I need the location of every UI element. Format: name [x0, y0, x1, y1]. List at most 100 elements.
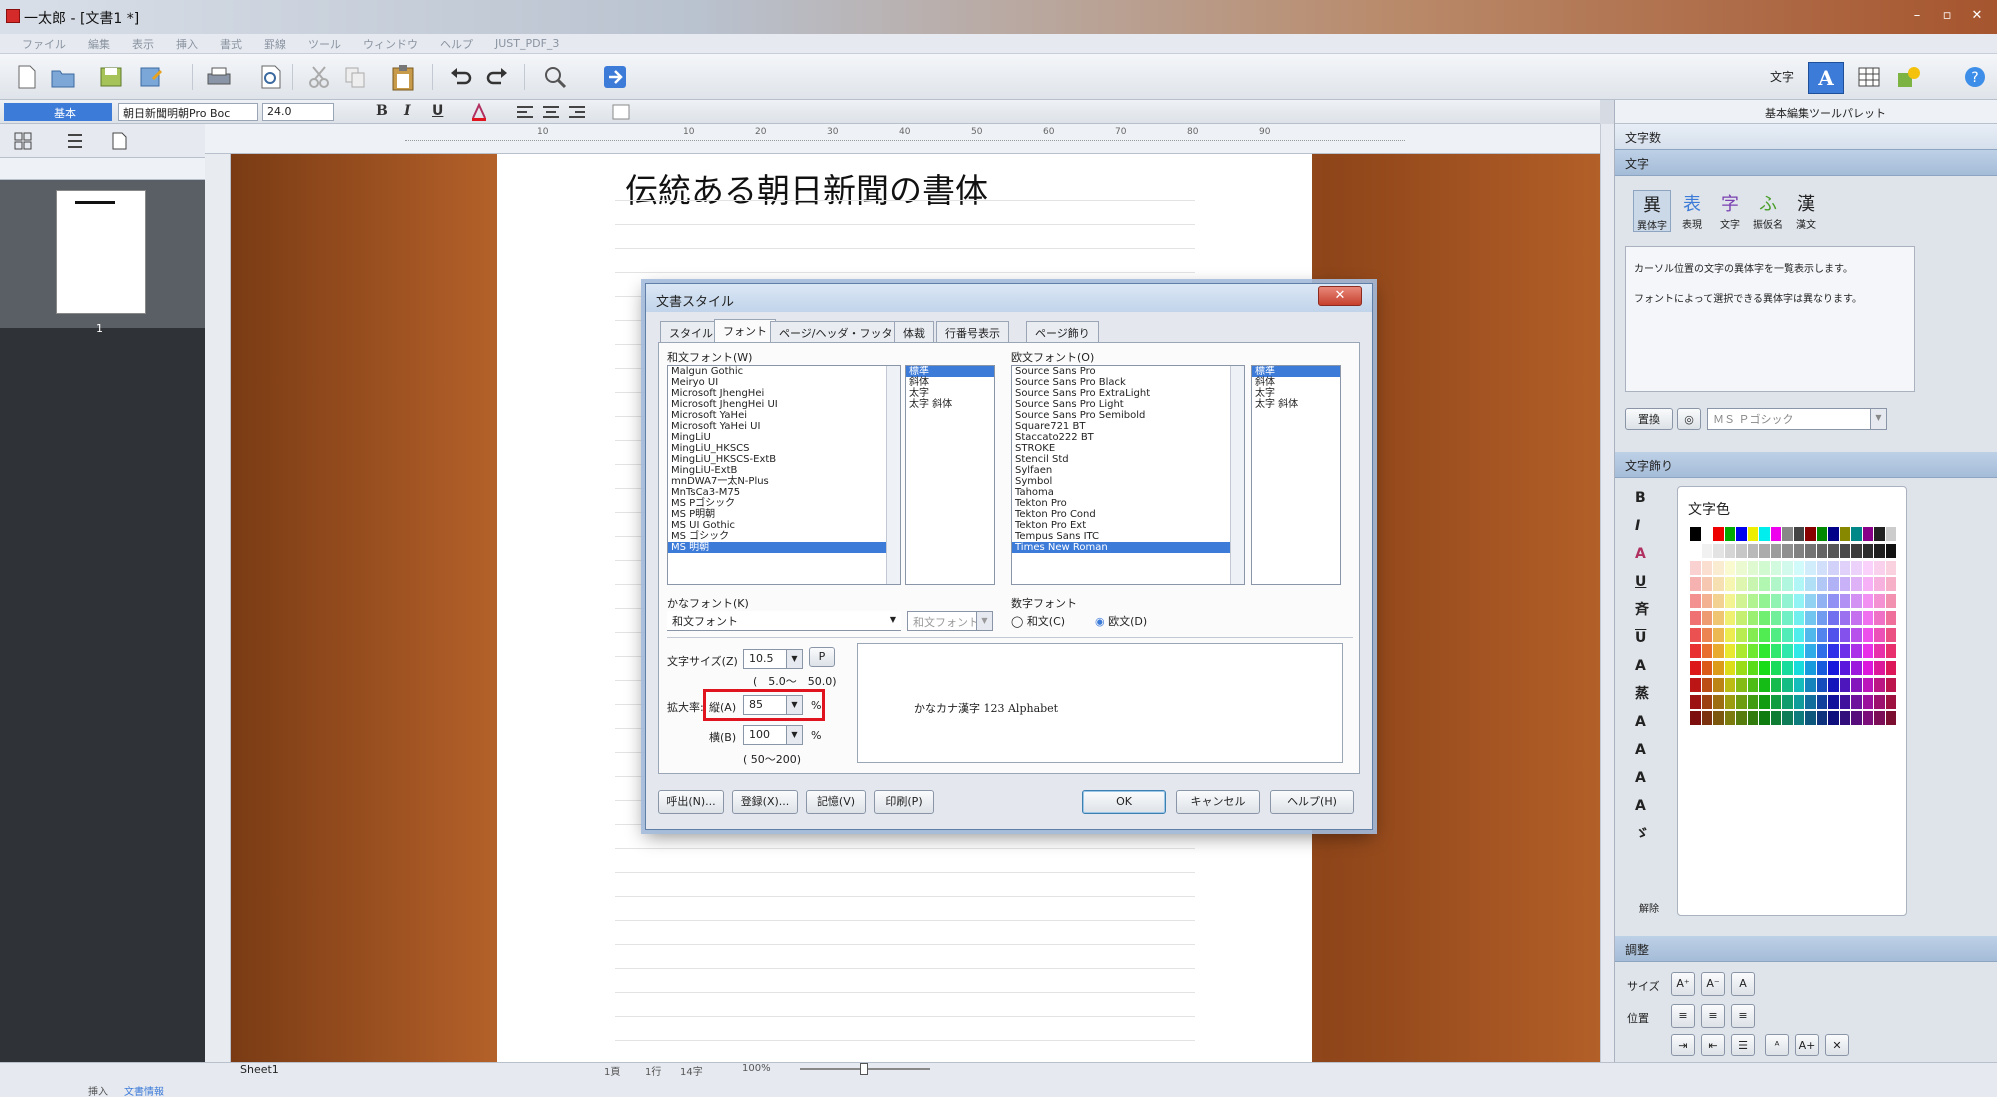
- color-swatch[interactable]: [1816, 577, 1827, 592]
- color-swatch[interactable]: [1724, 644, 1735, 659]
- color-swatch[interactable]: [1747, 627, 1758, 642]
- help-button[interactable]: ヘルプ(H): [1270, 790, 1354, 814]
- tab-layout[interactable]: 体裁: [894, 321, 934, 342]
- color-swatch[interactable]: [1885, 627, 1896, 642]
- zoom-slider-thumb[interactable]: [860, 1063, 868, 1075]
- menu-help[interactable]: ヘルプ: [440, 36, 473, 52]
- outdent-button[interactable]: ⇤: [1701, 1034, 1725, 1056]
- color-swatch[interactable]: [1816, 661, 1827, 675]
- menu-tools[interactable]: ツール: [308, 36, 341, 52]
- bold-button[interactable]: B: [376, 103, 388, 119]
- color-swatch[interactable]: [1759, 560, 1770, 575]
- color-swatch[interactable]: [1701, 661, 1712, 675]
- color-swatch[interactable]: [1851, 527, 1862, 541]
- color-swatch[interactable]: [1851, 711, 1862, 726]
- tab-page-header-footer[interactable]: ページ/ヘッダ・フッタ: [770, 321, 902, 342]
- list-item-selected[interactable]: MS 明朝: [668, 542, 900, 553]
- pos-right-button[interactable]: ≡: [1731, 1004, 1755, 1028]
- list-item[interactable]: 太字 斜体: [1252, 399, 1340, 410]
- color-swatch[interactable]: [1736, 677, 1747, 692]
- color-swatch[interactable]: [1816, 627, 1827, 642]
- color-swatch[interactable]: [1782, 694, 1793, 709]
- color-swatch[interactable]: [1736, 543, 1747, 558]
- count-section-header[interactable]: 文字数: [1615, 124, 1997, 150]
- color-swatch[interactable]: [1793, 711, 1804, 726]
- color-swatch[interactable]: [1839, 644, 1850, 659]
- color-swatch[interactable]: [1862, 577, 1873, 592]
- color-swatch[interactable]: [1874, 543, 1885, 558]
- color-swatch[interactable]: [1782, 610, 1793, 625]
- color-swatch[interactable]: [1839, 577, 1850, 592]
- list-item[interactable]: Source Sans Pro: [1012, 366, 1244, 377]
- list-item[interactable]: Source Sans Pro Black: [1012, 377, 1244, 388]
- color-swatch[interactable]: [1724, 594, 1735, 608]
- color-swatch[interactable]: [1885, 677, 1896, 692]
- decor-dot[interactable]: A: [1621, 792, 1671, 820]
- color-swatch[interactable]: [1862, 694, 1873, 709]
- color-swatch[interactable]: [1874, 677, 1885, 692]
- menu-format[interactable]: 書式: [220, 36, 242, 52]
- color-swatch[interactable]: [1805, 577, 1816, 592]
- color-swatch[interactable]: [1759, 610, 1770, 625]
- color-swatch[interactable]: [1701, 711, 1712, 726]
- decor-outline[interactable]: A: [1621, 764, 1671, 792]
- color-swatch[interactable]: [1713, 644, 1724, 659]
- color-swatch[interactable]: [1736, 711, 1747, 726]
- color-swatch[interactable]: [1805, 527, 1816, 541]
- color-swatch[interactable]: [1747, 594, 1758, 608]
- color-swatch[interactable]: [1690, 644, 1701, 659]
- list-item[interactable]: Staccato222 BT: [1012, 432, 1244, 443]
- chevron-down-icon[interactable]: ▼: [786, 726, 802, 744]
- menu-file[interactable]: ファイル: [22, 36, 66, 52]
- variant-font-combo[interactable]: ＭＳ Ｐゴシック ▼: [1707, 408, 1887, 430]
- color-swatch[interactable]: [1851, 661, 1862, 675]
- color-swatch[interactable]: [1805, 594, 1816, 608]
- chevron-down-icon[interactable]: ▼: [786, 650, 802, 668]
- color-swatch[interactable]: [1747, 527, 1758, 541]
- en-style-list[interactable]: 標準 斜体 太字 太字 斜体: [1251, 365, 1341, 585]
- color-swatch-grid[interactable]: [1690, 527, 1896, 727]
- expression-tool[interactable]: 表表現: [1675, 190, 1709, 232]
- color-swatch[interactable]: [1701, 627, 1712, 642]
- color-swatch[interactable]: [1816, 560, 1827, 575]
- list-item[interactable]: Source Sans Pro Semibold: [1012, 410, 1244, 421]
- color-swatch[interactable]: [1747, 577, 1758, 592]
- print-preview-icon[interactable]: [256, 62, 286, 92]
- list-item-selected[interactable]: Times New Roman: [1012, 542, 1244, 553]
- color-swatch[interactable]: [1701, 527, 1712, 541]
- color-swatch[interactable]: [1713, 577, 1724, 592]
- size-reset-button[interactable]: A: [1731, 972, 1755, 996]
- list-item[interactable]: MingLiU_HKSCS-ExtB: [668, 454, 900, 465]
- list-item[interactable]: Microsoft JhengHei UI: [668, 399, 900, 410]
- color-swatch[interactable]: [1851, 594, 1862, 608]
- color-swatch[interactable]: [1759, 543, 1770, 558]
- color-swatch[interactable]: [1862, 644, 1873, 659]
- color-swatch[interactable]: [1851, 644, 1862, 659]
- color-swatch[interactable]: [1724, 627, 1735, 642]
- number-font-option-wabun[interactable]: ◯ 和文(C): [1011, 613, 1065, 629]
- text-color-icon[interactable]: [464, 100, 494, 124]
- jp-font-scrollbar[interactable]: [886, 366, 900, 584]
- chevron-down-icon[interactable]: ▼: [976, 612, 992, 630]
- zoom-icon[interactable]: ◎: [1677, 408, 1701, 430]
- color-swatch[interactable]: [1793, 577, 1804, 592]
- color-swatch[interactable]: [1839, 560, 1850, 575]
- color-swatch[interactable]: [1816, 694, 1827, 709]
- align-right-icon[interactable]: [562, 100, 592, 124]
- print-button[interactable]: 印刷(P): [874, 790, 934, 814]
- color-swatch[interactable]: [1874, 711, 1885, 726]
- color-swatch[interactable]: [1828, 694, 1839, 709]
- color-swatch[interactable]: [1851, 577, 1862, 592]
- color-swatch[interactable]: [1885, 594, 1896, 608]
- color-swatch[interactable]: [1885, 694, 1896, 709]
- list-item[interactable]: 斜体: [906, 377, 994, 388]
- color-swatch[interactable]: [1782, 577, 1793, 592]
- color-swatch[interactable]: [1885, 610, 1896, 625]
- kana-font-combo[interactable]: 和文フォント ▼: [667, 611, 901, 631]
- color-swatch[interactable]: [1851, 610, 1862, 625]
- color-swatch[interactable]: [1747, 560, 1758, 575]
- list-item[interactable]: MS Pゴシック: [668, 498, 900, 509]
- color-swatch[interactable]: [1782, 627, 1793, 642]
- number-font-option-obun[interactable]: ◉ 欧文(D): [1095, 613, 1147, 629]
- page-view-icon[interactable]: [104, 126, 134, 156]
